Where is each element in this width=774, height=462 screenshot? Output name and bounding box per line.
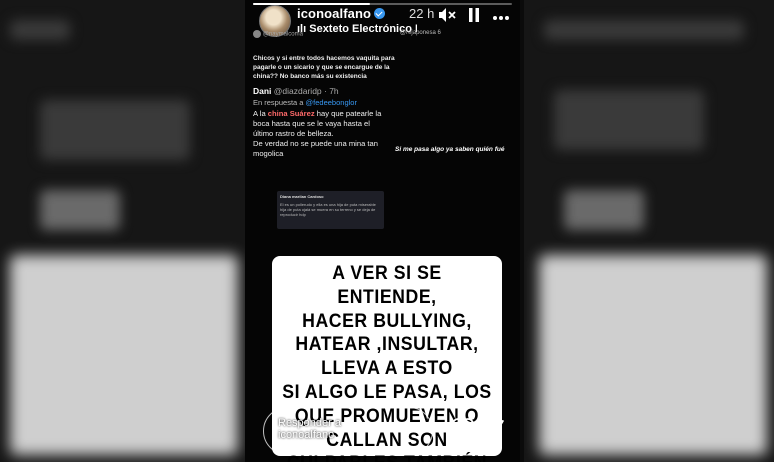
more-icon[interactable] (492, 9, 510, 25)
overlay-text: Si me pasa algo ya saben quién fué (395, 146, 505, 153)
verified-badge-icon (374, 8, 386, 19)
tweet-body: A la china Suárez hay que patearle la bo… (253, 109, 382, 158)
avatar (253, 30, 261, 38)
embedded-tag: @rejaponesa 6 (400, 30, 441, 36)
speaker-muted-icon[interactable] (438, 7, 456, 27)
caption-line: HATEAR ,INSULTAR, (295, 334, 479, 356)
blurred-previous-story[interactable] (0, 0, 250, 462)
post-text: Chicos y si entre todos hacemos vaquita … (253, 55, 395, 80)
blurred-next-story[interactable] (524, 0, 774, 462)
caption-line: SI ALGO LE PASA, LOS (282, 381, 492, 403)
caption-line: A VER SI SE ENTIENDE, (332, 263, 442, 308)
story-viewer[interactable]: iconoalfano 22 h ılı Sexteto Electrónico… (245, 0, 520, 462)
pause-icon[interactable] (468, 7, 480, 27)
reply-placeholder: Responder a iconoalfano (278, 417, 341, 441)
embedded-quote-card: Diana marilan Cardoso El es un pollerudo… (277, 191, 384, 229)
embedded-tweet: Dani @diazdaridp · 7h En respuesta a @fe… (253, 86, 388, 159)
time-ago: 22 h (409, 6, 435, 21)
tweet-author: Dani (253, 86, 272, 96)
heart-icon[interactable] (452, 418, 474, 444)
username[interactable]: iconoalfano (297, 6, 386, 21)
embedded-post: @naymalcoma Chicos y si entre todos hace… (253, 30, 395, 81)
story-controls (438, 7, 510, 27)
reply-input[interactable]: Responder a iconoalfano (263, 407, 433, 455)
caption-line: HACER BULLYING, (302, 310, 472, 332)
send-icon[interactable] (485, 418, 505, 438)
caption-line: LLEVA A ESTO (321, 358, 453, 380)
